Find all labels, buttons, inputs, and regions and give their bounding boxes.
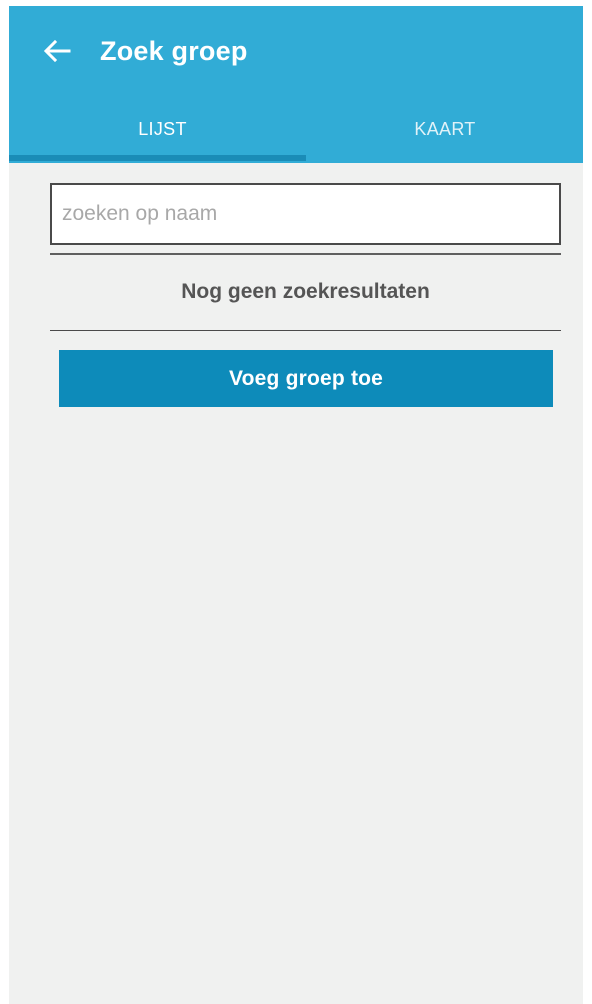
add-group-button[interactable]: Voeg groep toe [59, 350, 553, 407]
page-title: Zoek groep [100, 36, 248, 66]
arrow-left-icon [43, 39, 71, 63]
empty-results-message: Nog geen zoekresultaten [181, 280, 430, 303]
search-field[interactable] [50, 183, 561, 245]
tab-list-label: LIJST [138, 119, 187, 139]
app-screen: Zoek groep LIJST KAART Nog geen zoekresu… [9, 6, 583, 1004]
tab-selected-indicator [9, 155, 306, 161]
tab-map-label: KAART [414, 119, 476, 139]
tab-map[interactable]: KAART [307, 110, 583, 163]
results-divider-bottom [50, 330, 561, 331]
search-input[interactable] [52, 185, 559, 243]
app-bar: Zoek groep LIJST KAART [9, 6, 583, 163]
results-divider-top [50, 253, 561, 255]
back-button[interactable] [40, 34, 74, 68]
